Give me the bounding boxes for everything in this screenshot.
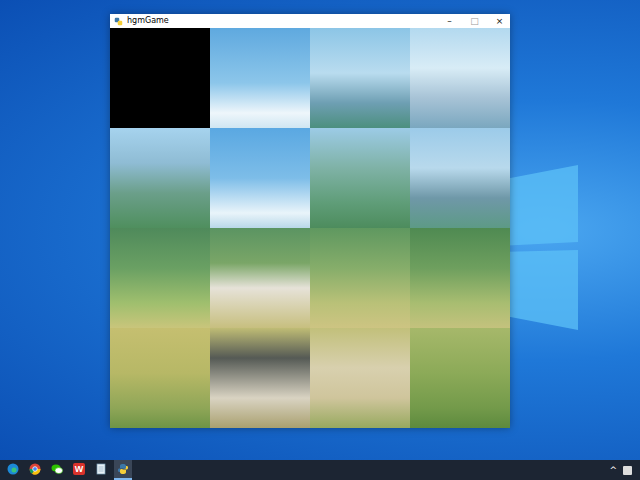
wps-icon: W [73,463,85,475]
notepad-icon [95,463,107,475]
puzzle-tile[interactable] [210,28,310,128]
taskbar-app-button[interactable] [114,460,132,480]
tray-icon[interactable] [623,466,632,475]
edge-icon [7,463,19,475]
taskbar-app-button[interactable] [48,460,66,480]
tray-expand-button[interactable]: ^ [609,465,617,475]
window-control-button[interactable]: – [439,14,460,28]
puzzle-tile[interactable] [210,328,310,428]
taskbar-app-button[interactable] [26,460,44,480]
puzzle-tile[interactable] [310,228,410,328]
python-icon [114,17,123,26]
puzzle-board[interactable] [110,28,510,428]
puzzle-tile[interactable] [110,128,210,228]
empty-tile[interactable] [110,28,210,128]
python-icon [117,463,129,475]
puzzle-tile[interactable] [210,228,310,328]
window-title: hgmGame [127,14,435,28]
puzzle-tile[interactable] [410,28,510,128]
screen: hgmGame–□×W^ [0,0,640,480]
taskbar-app-button[interactable] [4,460,22,480]
taskbar-app-button[interactable] [92,460,110,480]
puzzle-tile[interactable] [310,128,410,228]
puzzle-tile[interactable] [110,328,210,428]
window-control-button[interactable]: □ [464,14,485,28]
taskbar-app-button[interactable]: W [70,460,88,480]
wechat-icon [51,463,63,475]
puzzle-tile[interactable] [310,28,410,128]
desktop: hgmGame–□ × [0,0,640,460]
puzzle-tile[interactable] [410,328,510,428]
title-bar[interactable]: hgmGame–□ × [110,14,510,28]
windows-logo-icon [500,160,590,335]
puzzle-tile[interactable] [410,228,510,328]
game-window[interactable]: hgmGame–□ × [110,14,510,428]
puzzle-tile[interactable] [310,328,410,428]
taskbar: W^ [0,460,640,480]
puzzle-tile[interactable] [110,228,210,328]
puzzle-tile[interactable] [210,128,310,228]
system-tray: ^ [609,465,636,475]
chrome-icon [29,463,41,475]
taskbar-apps: W [4,460,609,480]
window-control-button[interactable]: × [489,14,510,28]
puzzle-tile[interactable] [410,128,510,228]
